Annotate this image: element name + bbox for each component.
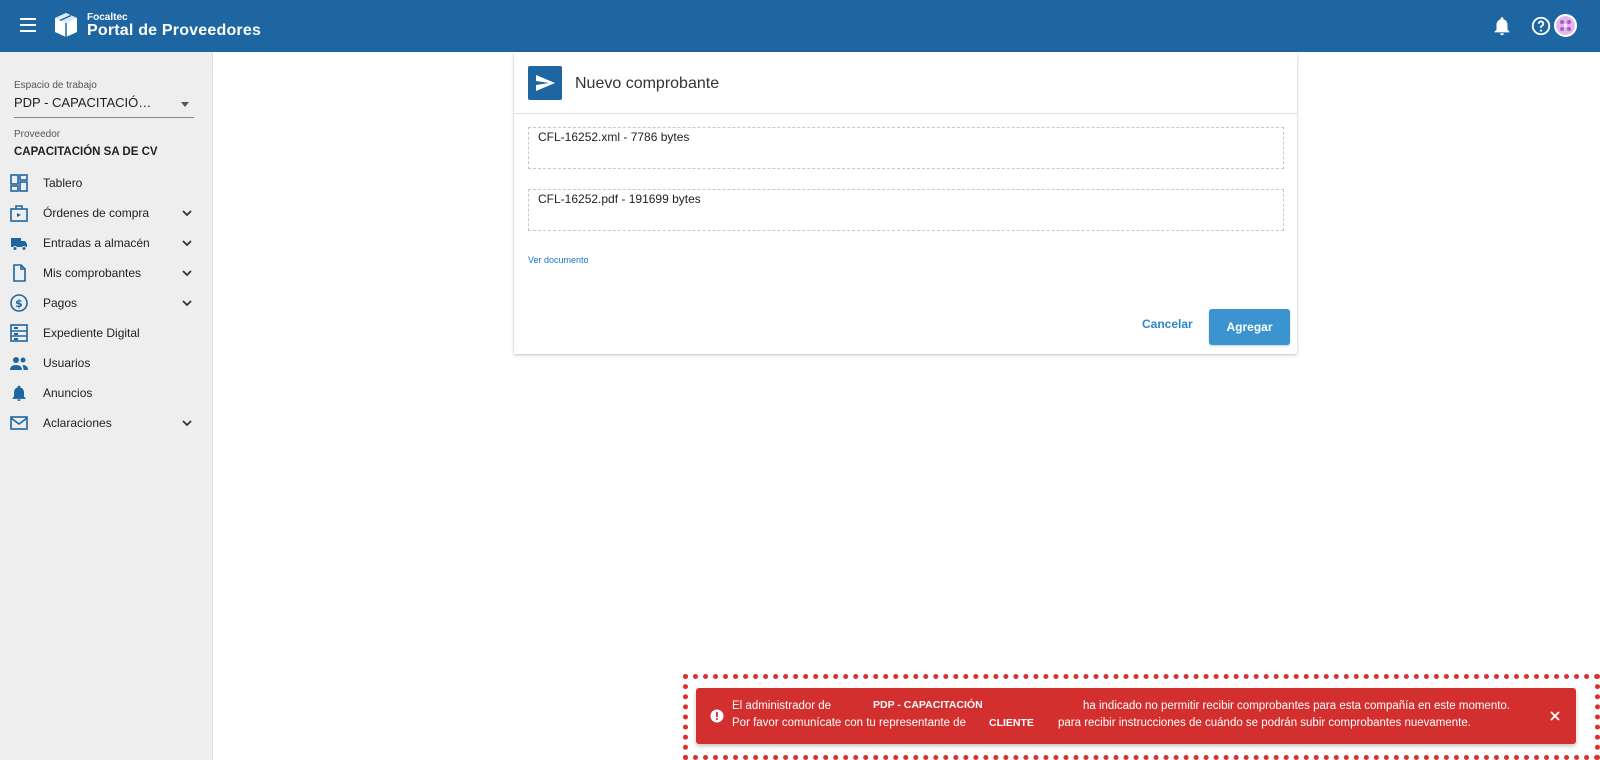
view-document-link[interactable]: Ver documento — [528, 255, 589, 265]
chevron-down-icon[interactable] — [181, 297, 193, 309]
sidebar-item-label: Pagos — [43, 296, 78, 310]
document-icon — [13, 264, 26, 282]
brand-title[interactable]: Portal de Proveedores — [87, 22, 261, 40]
svg-text:$: $ — [15, 297, 23, 310]
sidebar-item-label: Aclaraciones — [43, 416, 112, 430]
users-icon — [10, 357, 28, 370]
sidebar-item-label: Entradas a almacén — [43, 236, 150, 250]
sidebar-item-entradas[interactable]: Entradas a almacén — [0, 228, 212, 258]
menu-icon[interactable] — [16, 14, 40, 38]
file-item-xml: CFL-16252.xml - 7786 bytes — [528, 127, 1284, 169]
workspace-value: PDP - CAPACITACIÓ… — [14, 95, 152, 110]
bell-icon[interactable] — [1491, 15, 1513, 37]
sidebar-item-label: Órdenes de compra — [43, 206, 150, 220]
cancel-button[interactable]: Cancelar — [1142, 317, 1193, 331]
orders-icon — [10, 205, 28, 222]
close-icon[interactable] — [1548, 709, 1562, 723]
sidebar-item-pagos[interactable]: $ Pagos — [0, 288, 212, 318]
sidebar-item-anuncios[interactable]: Anuncios — [0, 378, 212, 408]
error-icon — [710, 709, 724, 723]
snackbar-text: para recibir instrucciones de cuándo se … — [1058, 717, 1471, 729]
chevron-down-icon[interactable] — [181, 267, 193, 279]
truck-icon — [11, 238, 27, 251]
dashboard-icon — [10, 174, 28, 192]
sidebar-item-comprobantes[interactable]: Mis comprobantes — [0, 258, 212, 288]
dialog-header: Nuevo comprobante — [514, 52, 1297, 114]
sidebar-item-tablero[interactable]: Tablero — [0, 168, 212, 198]
add-button[interactable]: Agregar — [1209, 309, 1290, 345]
snackbar-text: El administrador de — [732, 700, 832, 712]
sidebar-item-label: Tablero — [43, 176, 83, 190]
snackbar-text: Por favor comunícate con tu representant… — [732, 717, 966, 729]
sidebar-item-label: Mis comprobantes — [43, 266, 142, 280]
sidebar-item-label: Expediente Digital — [43, 326, 140, 340]
new-receipt-dialog: Nuevo comprobante CFL-16252.xml - 7786 b… — [514, 52, 1297, 354]
error-snackbar: El administrador de PDP - CAPACITACIÓN h… — [696, 688, 1576, 744]
caret-down-icon — [181, 102, 189, 107]
provider-name: CAPACITACIÓN SA DE CV — [14, 146, 158, 158]
sidebar-item-usuarios[interactable]: Usuarios — [0, 348, 212, 378]
logo-icon — [55, 13, 77, 37]
avatar[interactable] — [1554, 14, 1577, 37]
snackbar-text: ha indicado no permitir recibir comproba… — [1083, 700, 1511, 712]
snackbar-client: CLIENTE — [989, 717, 1034, 729]
send-icon — [528, 66, 562, 100]
workspace-label: Espacio de trabajo — [14, 80, 97, 91]
chevron-down-icon[interactable] — [181, 237, 193, 249]
dialog-title: Nuevo comprobante — [575, 75, 720, 92]
mail-icon — [10, 416, 28, 430]
sidebar: Espacio de trabajo PDP - CAPACITACIÓ… Pr… — [0, 52, 213, 760]
dollar-icon: $ — [10, 294, 28, 312]
sidebar-nav: Tablero Órdenes de compra Entradas a alm… — [0, 168, 212, 438]
file-name: CFL-16252.xml - 7786 bytes — [538, 130, 690, 144]
help-icon[interactable] — [1530, 15, 1552, 37]
top-app-bar: Focaltec Portal de Proveedores — [0, 0, 1600, 52]
folder-icon — [10, 324, 28, 342]
sidebar-item-label: Usuarios — [43, 356, 91, 370]
snackbar-company: PDP - CAPACITACIÓN — [873, 699, 983, 711]
bell-icon — [12, 385, 26, 401]
provider-label: Proveedor — [14, 129, 61, 140]
workspace-select[interactable]: PDP - CAPACITACIÓ… — [14, 94, 194, 118]
chevron-down-icon[interactable] — [181, 417, 193, 429]
sidebar-item-label: Anuncios — [43, 386, 93, 400]
chevron-down-icon[interactable] — [181, 207, 193, 219]
file-name: CFL-16252.pdf - 191699 bytes — [538, 192, 701, 206]
sidebar-item-ordenes[interactable]: Órdenes de compra — [0, 198, 212, 228]
sidebar-item-aclaraciones[interactable]: Aclaraciones — [0, 408, 212, 438]
avatar-pattern-icon — [1556, 16, 1575, 35]
file-item-pdf: CFL-16252.pdf - 191699 bytes — [528, 189, 1284, 231]
sidebar-item-expediente[interactable]: Expediente Digital — [0, 318, 212, 348]
